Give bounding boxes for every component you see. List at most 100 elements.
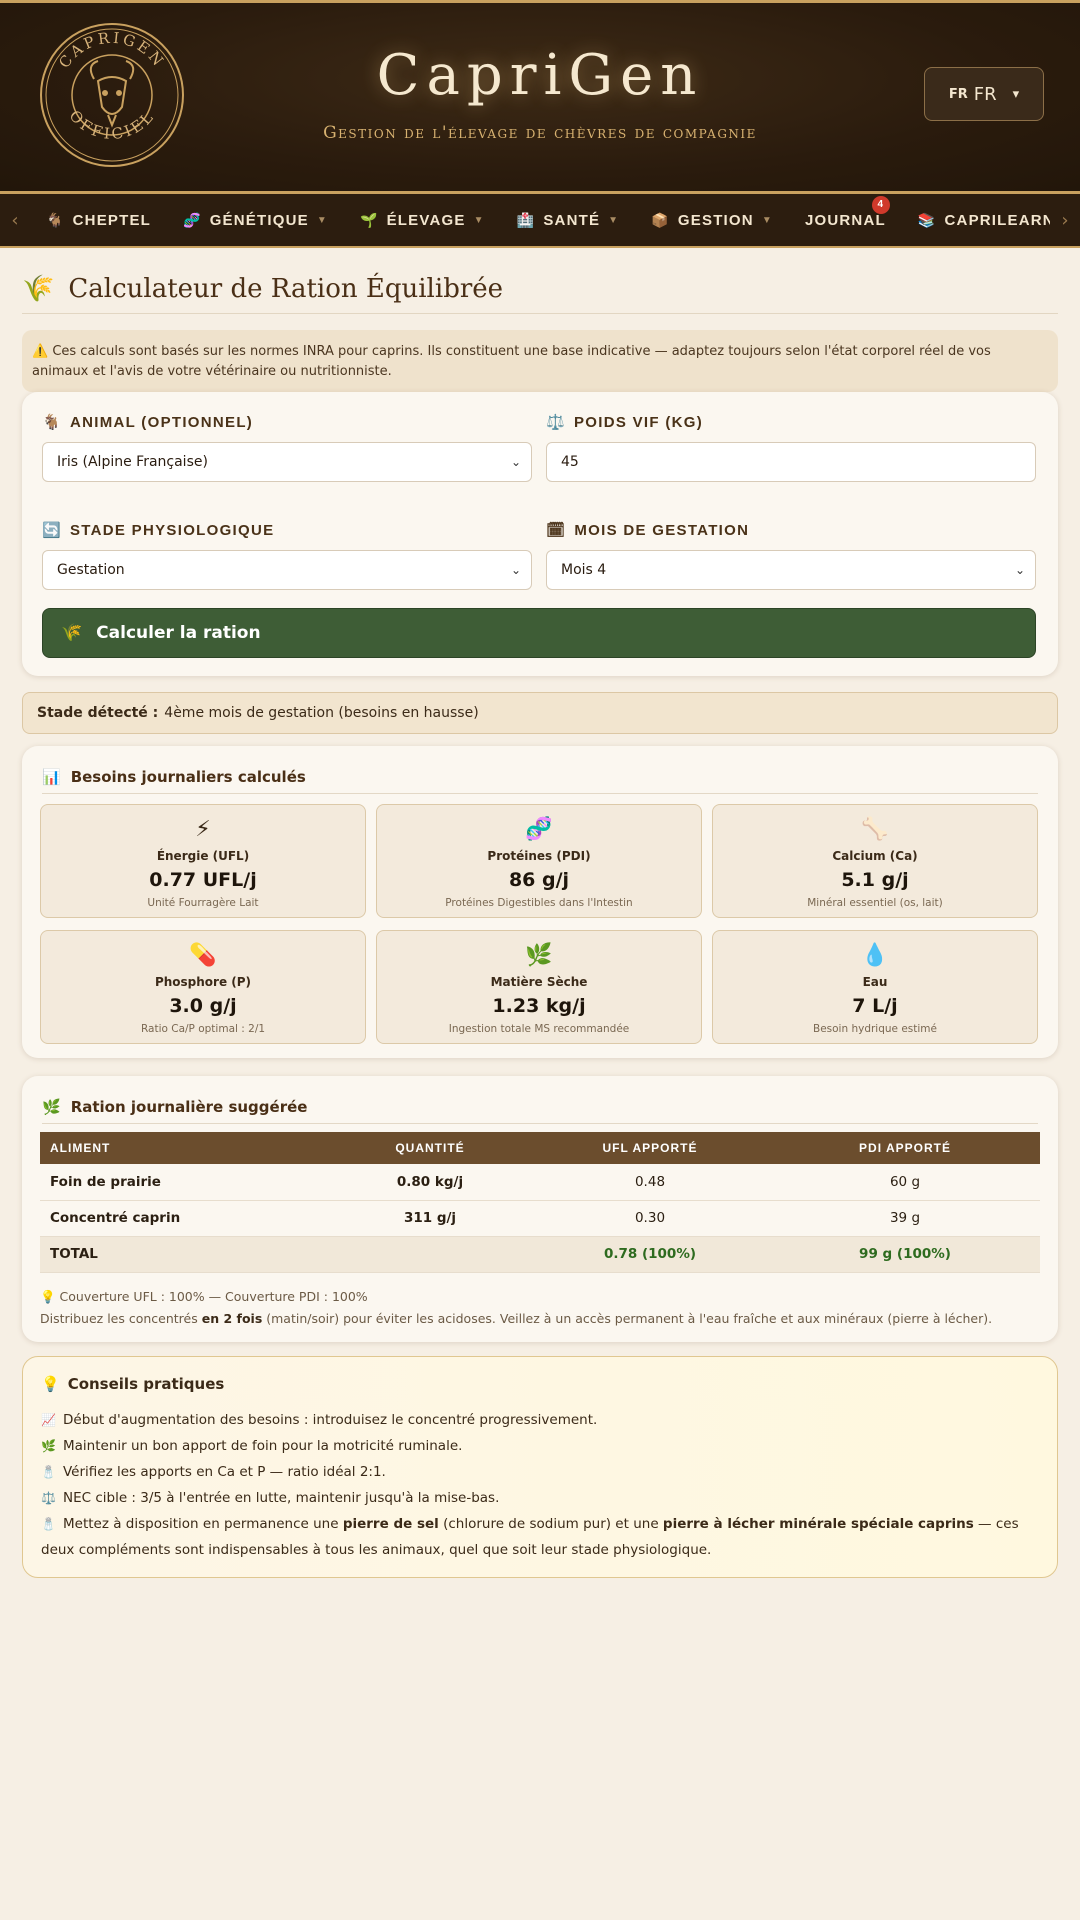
nav-item-sante[interactable]: 🏥 SANTÉ ▼ <box>501 212 636 229</box>
page-title: 🌾 Calculateur de Ration Équilibrée <box>22 264 1058 314</box>
chevron-down-icon: ▾ <box>1012 86 1020 102</box>
cell-pdi: 60 g <box>770 1164 1040 1201</box>
month-field: 🗓 MOIS DE GESTATION Mois 4 ⌄ <box>546 520 1036 590</box>
need-value: 7 L/j <box>852 995 898 1017</box>
nav-label: CHEPTEL <box>72 211 152 229</box>
calculate-ration-button[interactable]: 🌾 Calculer la ration <box>42 608 1036 658</box>
stage-detected-banner: Stade détecté : 4ème mois de gestation (… <box>22 692 1058 734</box>
nav-label: GESTION <box>677 211 754 229</box>
need-name: Calcium (Ca) <box>832 849 918 863</box>
need-value: 0.77 UFL/j <box>149 869 257 891</box>
calendar-icon: 🗓 <box>546 522 567 539</box>
daily-ration-title: Ration journalière suggérée <box>70 1097 308 1116</box>
water-drop-icon: 💧 <box>861 943 889 968</box>
stage-detected-value: 4ème mois de gestation (besoins en hauss… <box>164 705 479 721</box>
need-desc: Minéral essentiel (os, lait) <box>807 897 943 909</box>
nav-item-caprilearn[interactable]: 📚 CAPRILEARN <box>902 212 1071 229</box>
need-desc: Besoin hydrique estimé <box>812 1023 937 1035</box>
wheat-icon: 🌾 <box>22 273 55 304</box>
cell-pdi: 39 g <box>770 1200 1040 1237</box>
weight-label: POIDS VIF (KG) <box>573 413 704 431</box>
cell-aliment: Foin de prairie <box>40 1164 330 1201</box>
bar-chart-icon: 📊 <box>42 767 61 786</box>
daily-ration-header: 🌿 Ration journalière suggérée <box>42 1090 1038 1124</box>
stage-field: 🔄 STADE PHYSIOLOGIQUE Gestation ⌄ <box>42 520 532 590</box>
nav-scroll-right-icon[interactable]: › <box>1050 209 1080 231</box>
weight-input[interactable]: 45 <box>546 442 1036 482</box>
chevron-down-icon: ⌄ <box>1014 563 1025 577</box>
goat-icon: 🐐 <box>42 414 62 431</box>
need-tile-dry-matter: 🌿 Matière Sèche 1.23 kg/j Ingestion tota… <box>376 930 702 1044</box>
cycle-icon: 🔄 <box>42 522 62 539</box>
nav-item-elevage[interactable]: 🌱 ÉLEVAGE ▼ <box>344 212 501 229</box>
stage-select[interactable]: Gestation ⌄ <box>42 550 532 590</box>
nav-item-genetique[interactable]: 🧬 GÉNÉTIQUE ▼ <box>167 212 344 229</box>
need-tile-phosphorus: 💊 Phosphore (P) 3.0 g/j Ratio Ca/P optim… <box>40 930 366 1044</box>
books-icon: 📚 <box>917 211 937 228</box>
cell-total-quantite <box>330 1236 530 1273</box>
herb-icon: 🌿 <box>525 943 553 968</box>
table-row: Concentré caprin 311 g/j 0.30 39 g <box>40 1200 1040 1237</box>
language-value: FR <box>973 83 997 105</box>
ration-form: 🐐 ANIMAL (OPTIONNEL) Iris (Alpine Françai… <box>22 392 1058 676</box>
nav-item-gestion[interactable]: 📦 GESTION ▼ <box>635 212 789 229</box>
col-header-pdi: PDI APPORTÉ <box>770 1132 1040 1164</box>
app-header: CAPRIGEN OFFICIEL CapriGen Gestion de l'… <box>0 0 1080 194</box>
cell-ufl: 0.30 <box>530 1200 770 1237</box>
col-header-ufl: UFL APPORTÉ <box>530 1132 770 1164</box>
need-name: Matière Sèche <box>490 975 588 989</box>
animal-field: 🐐 ANIMAL (OPTIONNEL) Iris (Alpine Françai… <box>42 412 532 482</box>
chart-up-icon: 📈 <box>41 1413 56 1427</box>
daily-ration-card: 🌿 Ration journalière suggérée ALIMENT QU… <box>22 1076 1058 1342</box>
nav-item-cheptel[interactable]: 🐐 CHEPTEL <box>30 212 167 229</box>
inra-warning: ⚠️ Ces calculs sont basés sur les normes… <box>22 330 1058 392</box>
weight-input-value: 45 <box>561 454 579 470</box>
cell-total-pdi: 99 g (100%) <box>770 1236 1040 1273</box>
page-title-text: Calculateur de Ration Équilibrée <box>68 273 504 304</box>
dropdown-arrow-icon: ▼ <box>608 214 620 226</box>
daily-needs-card: 📊 Besoins journaliers calculés ⚡ Énergie… <box>22 746 1058 1058</box>
dna-icon: 🧬 <box>183 211 202 228</box>
daily-needs-title: Besoins journaliers calculés <box>70 767 306 786</box>
salt-icon: 🧂 <box>41 1517 56 1531</box>
table-row: Foin de prairie 0.80 kg/j 0.48 60 g <box>40 1164 1040 1201</box>
need-tile-energy: ⚡ Énergie (UFL) 0.77 UFL/j Unité Fourrag… <box>40 804 366 918</box>
list-item: 🧂 Vérifiez les apports en Ca et P — ratio… <box>41 1459 1041 1485</box>
pill-icon: 💊 <box>189 943 217 968</box>
nav-item-journal[interactable]: JOURNAL 4 <box>789 195 902 229</box>
animal-select[interactable]: Iris (Alpine Française) ⌄ <box>42 442 532 482</box>
nav-label: GÉNÉTIQUE <box>209 211 309 229</box>
language-flag: FR <box>948 86 968 102</box>
tips-title: Conseils pratiques <box>67 1375 225 1393</box>
ration-table: ALIMENT QUANTITÉ UFL APPORTÉ PDI APPORTÉ… <box>40 1132 1040 1273</box>
salt-icon: 🧂 <box>41 1465 56 1479</box>
language-select[interactable]: FR FR ▾ <box>924 67 1044 121</box>
month-select-value: Mois 4 <box>561 562 607 578</box>
cell-quantite: 0.80 kg/j <box>330 1164 530 1201</box>
need-value: 86 g/j <box>508 869 570 891</box>
need-desc: Protéines Digestibles dans l'Intestin <box>445 897 633 909</box>
weight-field: ⚖️ POIDS VIF (KG) 45 <box>546 412 1036 482</box>
need-name: Énergie (UFL) <box>156 849 250 863</box>
ration-notes: 💡 Couverture UFL : 100% — Couverture PDI… <box>40 1286 992 1330</box>
wheat-icon: 🌾 <box>61 623 83 643</box>
tips-header: 💡 Conseils pratiques <box>41 1375 224 1393</box>
herb-icon: 🌿 <box>41 1439 56 1453</box>
nav-label: JOURNAL <box>804 211 886 229</box>
goat-icon: 🐐 <box>46 211 65 228</box>
cell-aliment: Concentré caprin <box>40 1200 330 1237</box>
lightning-icon: ⚡ <box>195 817 211 842</box>
scale-icon: ⚖️ <box>41 1491 56 1505</box>
month-select[interactable]: Mois 4 ⌄ <box>546 550 1036 590</box>
need-tile-protein: 🧬 Protéines (PDI) 86 g/j Protéines Diges… <box>376 804 702 918</box>
cell-ufl: 0.48 <box>530 1164 770 1201</box>
nav-label: SANTÉ <box>543 211 601 229</box>
chevron-down-icon: ⌄ <box>510 455 521 469</box>
need-desc: Ingestion totale MS recommandée <box>448 1023 630 1035</box>
distribution-advice: Distribuez les concentrés en 2 fois (mat… <box>40 1311 993 1326</box>
dna-icon: 🧬 <box>525 817 553 842</box>
list-item: 📈 Début d'augmentation des besoins : intr… <box>41 1407 1041 1433</box>
cell-total-label: TOTAL <box>40 1236 330 1273</box>
chevron-down-icon: ⌄ <box>510 563 521 577</box>
nav-scroll-left-icon[interactable]: ‹ <box>0 210 30 231</box>
